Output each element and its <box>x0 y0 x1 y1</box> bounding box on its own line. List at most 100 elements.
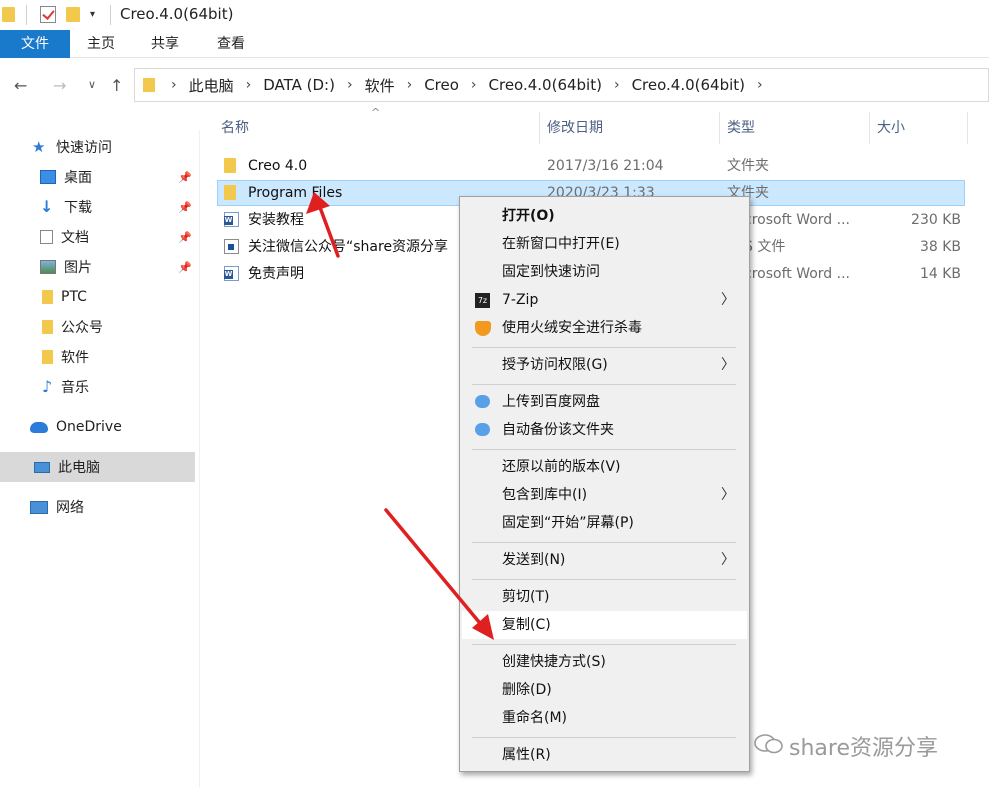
nav-label: 下载 <box>64 200 92 216</box>
breadcrumb-this-pc[interactable]: 此电脑 <box>189 75 234 96</box>
nav-item-software[interactable]: 软件 <box>0 342 195 372</box>
star-icon: ★ <box>32 138 46 156</box>
forward-arrow-icon[interactable]: → <box>53 76 66 95</box>
chevron-right-icon[interactable]: › <box>459 77 489 93</box>
file-type: 文件夹 <box>727 158 769 174</box>
breadcrumb-creo-4-outer[interactable]: Creo.4.0(64bit) <box>489 76 602 94</box>
menu-item-pin-quick-access[interactable]: 固定到快速访问 <box>462 258 747 286</box>
nav-item-documents[interactable]: 文档 📌 <box>0 222 195 252</box>
chevron-down-icon[interactable]: ▾ <box>90 9 95 20</box>
file-row[interactable]: Creo 4.0 2017/3/16 21:04 文件夹 <box>217 153 965 179</box>
column-divider[interactable] <box>719 112 720 144</box>
tab-share[interactable]: 共享 <box>151 30 179 58</box>
tab-view[interactable]: 查看 <box>217 30 245 58</box>
nav-item-ptc[interactable]: PTC <box>0 282 195 312</box>
column-header-type[interactable]: 类型 <box>727 110 755 146</box>
cloud-icon <box>30 421 48 433</box>
tab-home[interactable]: 主页 <box>87 30 115 58</box>
chevron-right-icon[interactable]: › <box>395 77 425 93</box>
menu-item-pin-start[interactable]: 固定到“开始”屏幕(P) <box>462 509 747 537</box>
menu-item-delete[interactable]: 删除(D) <box>462 676 747 704</box>
back-arrow-icon[interactable]: ← <box>14 76 27 95</box>
nav-item-music[interactable]: ♪ 音乐 <box>0 372 195 402</box>
tab-file[interactable]: 文件 <box>0 30 70 58</box>
breadcrumb-creo-4-inner[interactable]: Creo.4.0(64bit) <box>632 76 745 94</box>
chevron-right-icon[interactable]: › <box>234 77 264 93</box>
wechat-icon <box>754 734 783 754</box>
nav-label: 图片 <box>64 260 92 276</box>
column-header-date[interactable]: 修改日期 <box>547 110 603 146</box>
menu-item-include-library[interactable]: 包含到库中(I) 〉 <box>462 481 747 509</box>
nav-item-onedrive[interactable]: OneDrive <box>0 412 195 442</box>
menu-label: 使用火绒安全进行杀毒 <box>502 320 642 336</box>
chevron-right-icon[interactable]: › <box>602 77 632 93</box>
menu-divider <box>472 644 736 645</box>
recent-locations-chevron-icon[interactable]: ∨ <box>88 78 96 91</box>
menu-item-auto-backup[interactable]: 自动备份该文件夹 <box>462 416 747 444</box>
menu-label: 包含到库中(I) <box>502 487 588 503</box>
menu-item-grant-access[interactable]: 授予访问权限(G) 〉 <box>462 351 747 379</box>
menu-item-copy[interactable]: 复制(C) <box>462 611 747 639</box>
menu-item-send-to[interactable]: 发送到(N) 〉 <box>462 546 747 574</box>
menu-label: 打开(O) <box>502 208 555 224</box>
column-divider[interactable] <box>539 112 540 144</box>
nav-item-downloads[interactable]: ↓ 下载 📌 <box>0 192 195 222</box>
menu-item-properties[interactable]: 属性(R) <box>462 741 747 769</box>
chevron-right-icon[interactable]: › <box>745 77 775 93</box>
file-name: 安装教程 <box>248 212 304 228</box>
menu-item-rename[interactable]: 重命名(M) <box>462 704 747 732</box>
chevron-right-icon[interactable]: › <box>335 77 365 93</box>
nav-item-pictures[interactable]: 图片 📌 <box>0 252 195 282</box>
nav-label: 音乐 <box>61 380 89 396</box>
menu-label: 固定到快速访问 <box>502 264 600 280</box>
menu-label: 还原以前的版本(V) <box>502 459 621 475</box>
breadcrumb-data-drive[interactable]: DATA (D:) <box>263 76 335 94</box>
up-arrow-icon[interactable]: ↑ <box>110 76 123 95</box>
nav-item-official-account[interactable]: 公众号 <box>0 312 195 342</box>
file-type: crosoft Word ... <box>744 212 850 228</box>
menu-item-antivirus-scan[interactable]: 使用火绒安全进行杀毒 <box>462 314 747 342</box>
breadcrumb-creo[interactable]: Creo <box>424 76 459 94</box>
music-icon: ♪ <box>42 377 53 396</box>
menu-label: 发送到(N) <box>502 552 566 568</box>
pin-icon[interactable]: 📌 <box>178 201 192 214</box>
menu-item-create-shortcut[interactable]: 创建快捷方式(S) <box>462 648 747 676</box>
chevron-right-icon: 〉 <box>721 552 735 568</box>
properties-check-icon[interactable] <box>40 6 56 23</box>
baidu-cloud-icon <box>475 423 490 436</box>
pin-icon[interactable]: 📌 <box>178 261 192 274</box>
chevron-right-icon: 〉 <box>721 487 735 503</box>
breadcrumb-software[interactable]: 软件 <box>365 75 395 96</box>
file-size: 38 KB <box>919 239 961 255</box>
menu-item-7zip[interactable]: 7z 7-Zip 〉 <box>462 286 747 314</box>
column-header-size[interactable]: 大小 <box>877 110 905 146</box>
menu-item-open-new-window[interactable]: 在新窗口中打开(E) <box>462 230 747 258</box>
menu-item-open[interactable]: 打开(O) <box>462 202 747 230</box>
pin-icon[interactable]: 📌 <box>178 171 192 184</box>
chevron-right-icon[interactable]: › <box>159 77 189 93</box>
documents-icon <box>40 230 53 244</box>
pin-icon[interactable]: 📌 <box>178 231 192 244</box>
menu-item-upload-baidu[interactable]: 上传到百度网盘 <box>462 388 747 416</box>
address-bar[interactable]: › 此电脑 › DATA (D:) › 软件 › Creo › Creo.4.0… <box>134 68 989 102</box>
menu-item-cut[interactable]: 剪切(T) <box>462 583 747 611</box>
document-icon <box>224 239 239 254</box>
folder-icon <box>42 320 53 334</box>
menu-item-restore-versions[interactable]: 还原以前的版本(V) <box>462 453 747 481</box>
menu-divider <box>472 384 736 385</box>
nav-label: 网络 <box>56 500 84 516</box>
file-size: 230 KB <box>911 212 961 228</box>
menu-label: 授予访问权限(G) <box>502 357 608 373</box>
nav-item-this-pc[interactable]: 此电脑 <box>0 452 195 482</box>
column-divider[interactable] <box>869 112 870 144</box>
nav-quick-access[interactable]: ★ 快速访问 <box>32 132 192 162</box>
new-folder-icon[interactable] <box>66 7 80 22</box>
column-header-name[interactable]: 名称 <box>221 110 249 146</box>
menu-label: 属性(R) <box>502 747 551 763</box>
nav-item-network[interactable]: 网络 <box>0 492 195 522</box>
nav-item-desktop[interactable]: 桌面 📌 <box>0 162 195 192</box>
column-divider[interactable] <box>967 112 968 144</box>
menu-divider <box>472 347 736 348</box>
menu-label: 上传到百度网盘 <box>502 394 600 410</box>
nav-label: OneDrive <box>56 419 122 435</box>
